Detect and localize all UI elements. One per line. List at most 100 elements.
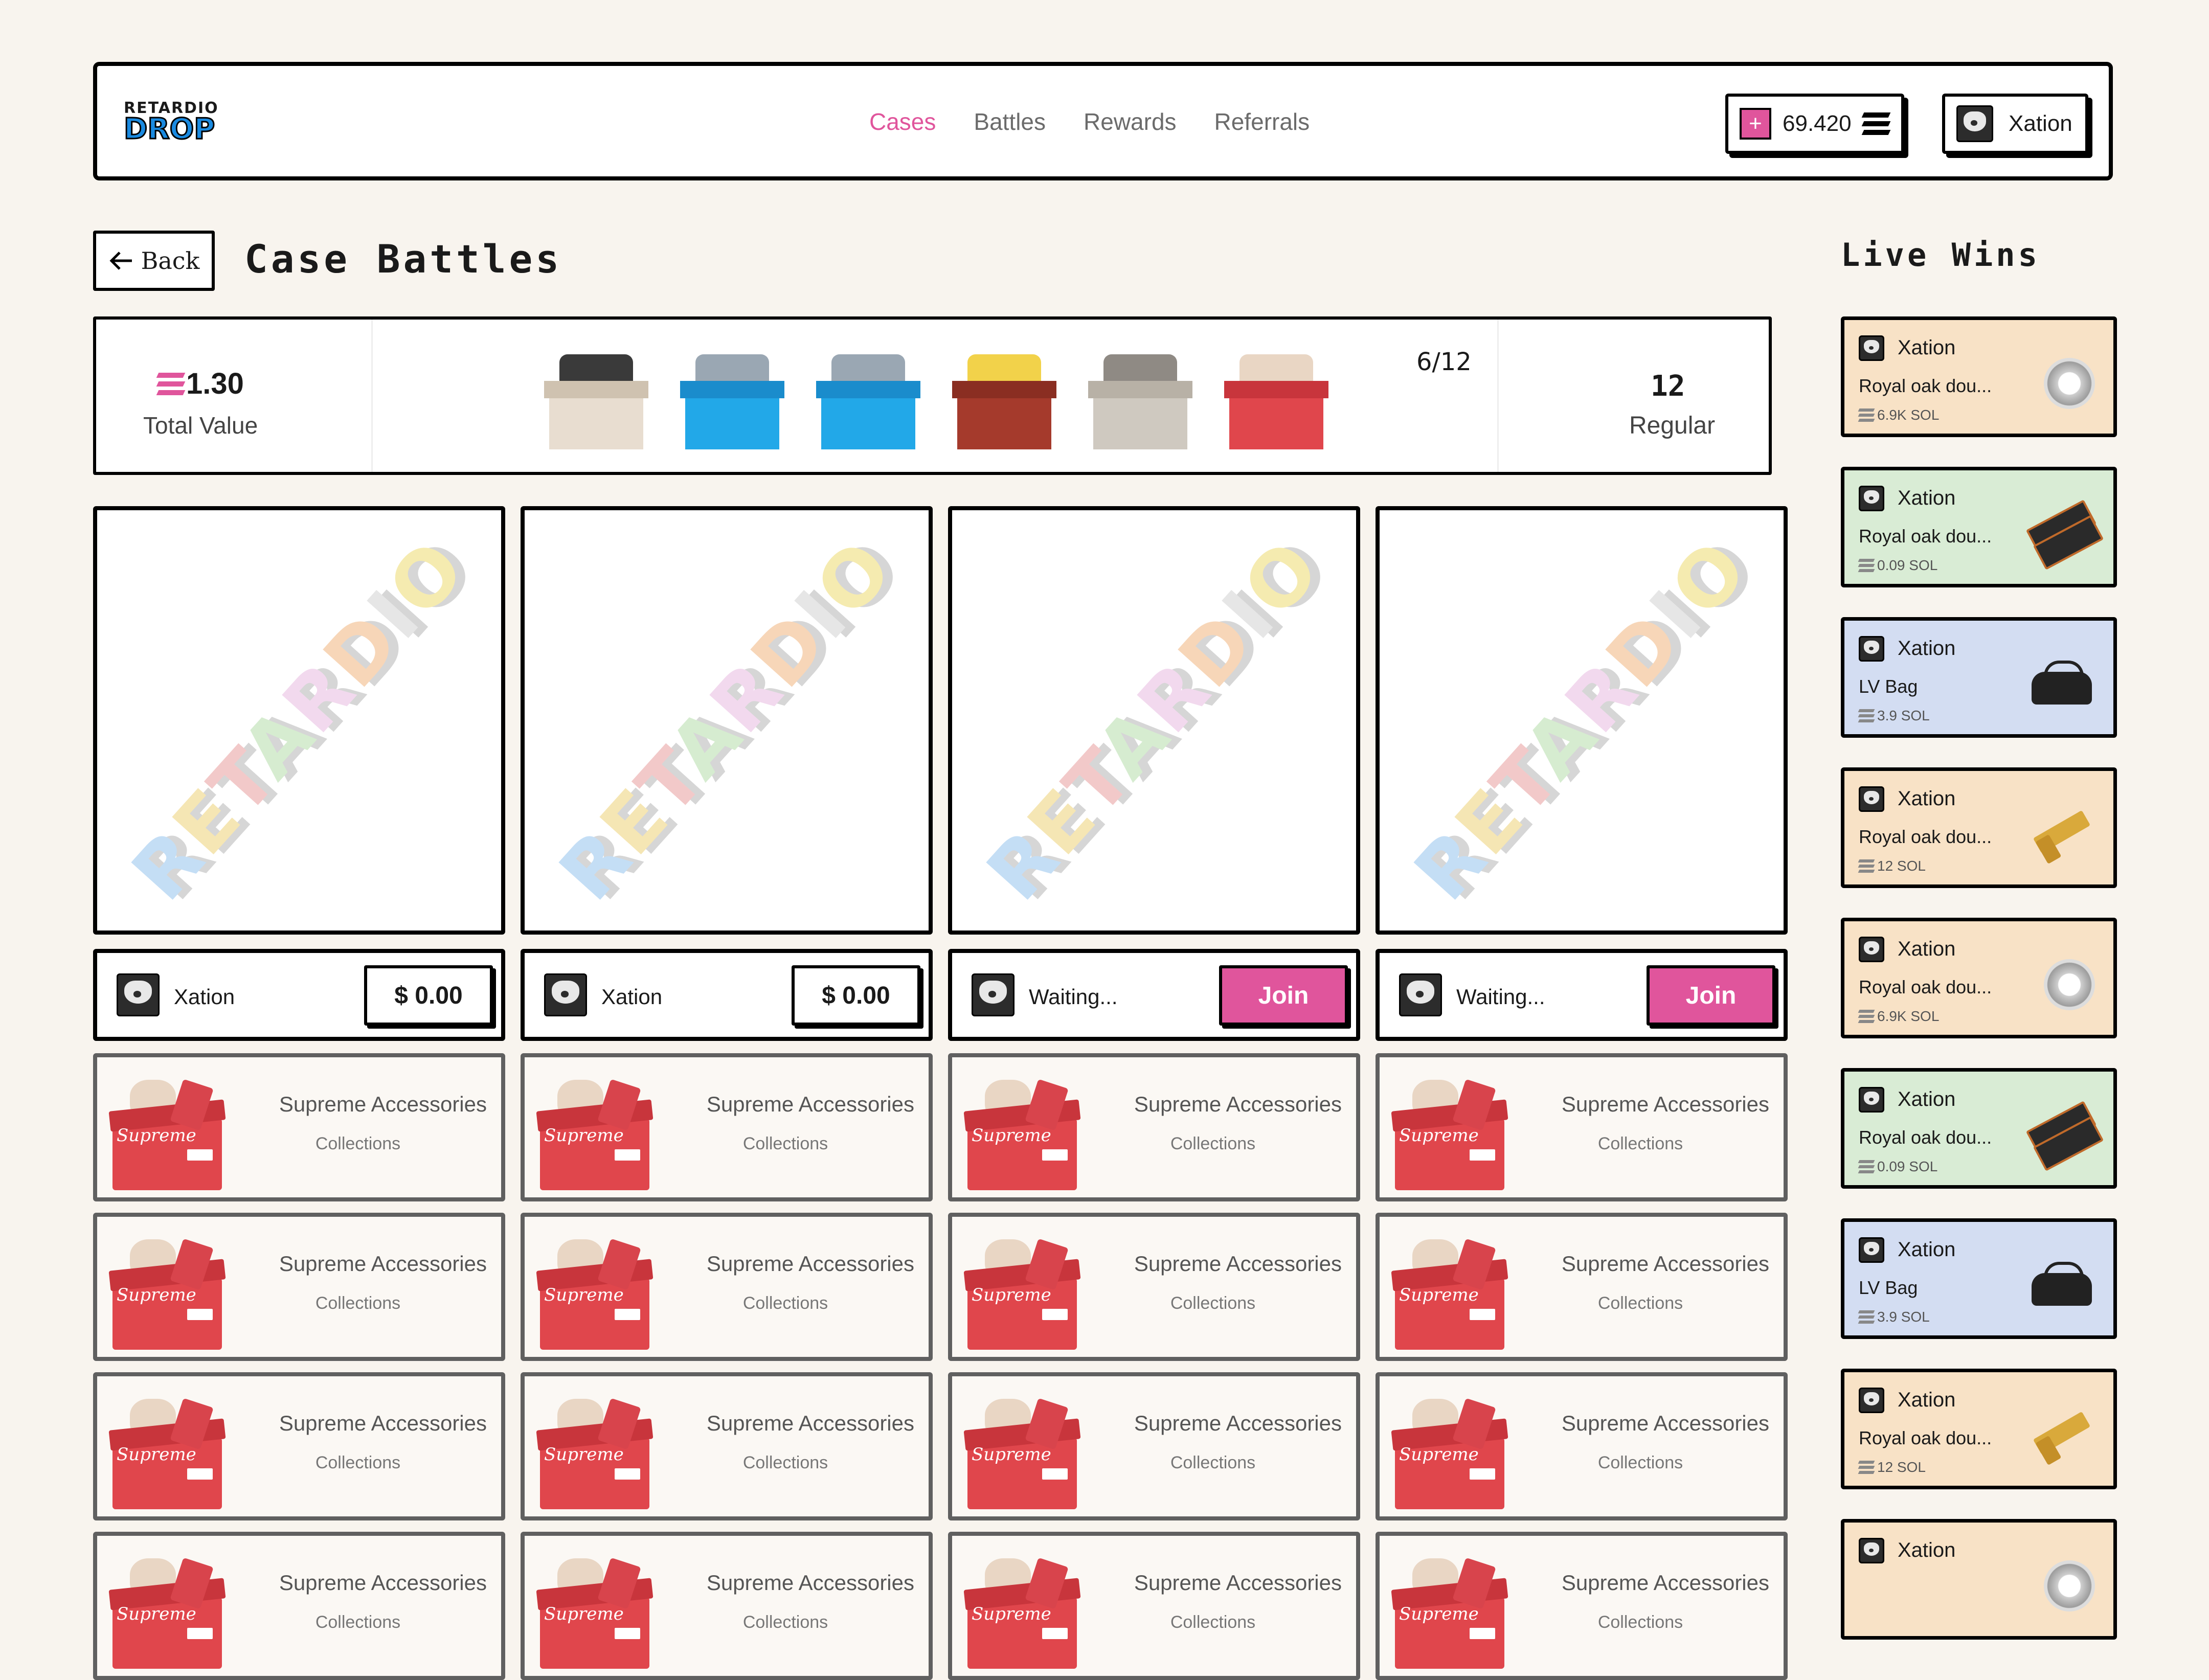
live-win-card[interactable]: Xation <box>1841 1519 2117 1640</box>
case-card[interactable]: Supreme Supreme Accessories Collections <box>948 1532 1360 1680</box>
case-card[interactable]: Supreme Supreme Accessories Collections <box>521 1532 933 1680</box>
case-card[interactable]: Supreme Supreme Accessories Collections <box>93 1213 505 1361</box>
user-menu-button[interactable]: Xation <box>1942 94 2088 154</box>
supreme-case-image: Supreme <box>963 1074 1081 1190</box>
case-label <box>615 1309 640 1320</box>
solana-icon <box>1858 709 1875 722</box>
case-card[interactable]: Supreme Supreme Accessories Collections <box>948 1213 1360 1361</box>
case-label <box>187 1309 213 1320</box>
live-win-card[interactable]: Xation Royal oak dou... 6.9K SOL <box>1841 918 2117 1038</box>
live-win-card[interactable]: Xation Royal oak dou... 0.09 SOL <box>1841 467 2117 587</box>
avatar <box>1859 486 1884 511</box>
live-win-card[interactable]: Xation Royal oak dou... 12 SOL <box>1841 767 2117 888</box>
case-box-body <box>1229 392 1323 449</box>
won-item-value: 0.09 SOL <box>1858 557 1937 574</box>
join-button[interactable]: Join <box>1647 965 1775 1026</box>
case-card[interactable]: Supreme Supreme Accessories Collections <box>1376 1372 1788 1520</box>
supreme-logo-text: Supreme <box>117 1604 196 1624</box>
case-card[interactable]: Supreme Supreme Accessories Collections <box>93 1372 505 1520</box>
supreme-case-image: Supreme <box>1391 1393 1508 1509</box>
nav-battles[interactable]: Battles <box>974 108 1046 135</box>
balance-widget: + 69.420 <box>1725 94 1904 154</box>
live-win-card[interactable]: Xation Royal oak dou... 12 SOL <box>1841 1369 2117 1489</box>
nav-cases[interactable]: Cases <box>869 108 936 135</box>
gun-icon <box>2028 809 2095 865</box>
user-name: Xation <box>2009 111 2072 136</box>
avatar <box>1859 786 1884 812</box>
case-title: Supreme Accessories <box>279 1411 487 1435</box>
avatar <box>1859 1538 1884 1563</box>
won-item-value-text: 0.09 SOL <box>1877 1159 1938 1174</box>
won-item-value-text: 6.9K SOL <box>1877 1008 1940 1024</box>
won-item-value: 6.9K SOL <box>1858 1008 1940 1025</box>
supreme-logo-text: Supreme <box>544 1285 624 1305</box>
won-item-value: 12 SOL <box>1858 1459 1926 1475</box>
case-title: Supreme Accessories <box>1134 1411 1342 1435</box>
live-win-card[interactable]: Xation Royal oak dou... 6.9K SOL <box>1841 316 2117 437</box>
case-card[interactable]: Supreme Supreme Accessories Collections <box>1376 1053 1788 1201</box>
case-title: Supreme Accessories <box>1561 1092 1769 1116</box>
join-button[interactable]: Join <box>1219 965 1348 1026</box>
case-subtitle: Collections <box>742 1613 828 1632</box>
case-title: Supreme Accessories <box>1134 1571 1342 1595</box>
avatar <box>972 973 1015 1016</box>
case-subtitle: Collections <box>315 1134 401 1153</box>
case-box-lid <box>1224 381 1328 398</box>
nav-rewards[interactable]: Rewards <box>1084 108 1177 135</box>
site-logo[interactable]: RETARDIO DROP <box>123 101 218 145</box>
case-card[interactable]: Supreme Supreme Accessories Collections <box>521 1053 933 1201</box>
back-button[interactable]: Back <box>93 231 215 291</box>
case-subtitle: Collections <box>742 1293 828 1313</box>
retardio-watermark: RETARDIO <box>970 523 1338 918</box>
case-title: Supreme Accessories <box>279 1571 487 1595</box>
case-subtitle: Collections <box>1597 1134 1683 1153</box>
case-card[interactable]: Supreme Supreme Accessories Collections <box>93 1532 505 1680</box>
live-win-card[interactable]: Xation LV Bag 3.9 SOL <box>1841 617 2117 738</box>
gun-icon <box>2028 1410 2095 1466</box>
won-item-name: Royal oak dou... <box>1859 1427 1992 1448</box>
case-title: Supreme Accessories <box>1561 1252 1769 1276</box>
case-label <box>1470 1628 1495 1639</box>
urus-case-icon <box>678 345 786 453</box>
solana-icon <box>1861 112 1890 135</box>
won-item-name: LV Bag <box>1859 1277 1918 1298</box>
case-label <box>187 1149 213 1161</box>
player-bar: Xation $ 0.00 <box>521 949 933 1041</box>
nav-referrals[interactable]: Referrals <box>1214 108 1310 135</box>
case-card[interactable]: Supreme Supreme Accessories Collections <box>93 1053 505 1201</box>
case-subtitle: Collections <box>1597 1453 1683 1472</box>
case-card[interactable]: Supreme Supreme Accessories Collections <box>1376 1532 1788 1680</box>
back-label: Back <box>141 247 200 275</box>
case-card[interactable]: Supreme Supreme Accessories Collections <box>521 1213 933 1361</box>
supreme-case-image: Supreme <box>536 1393 653 1509</box>
case-card[interactable]: Supreme Supreme Accessories Collections <box>521 1372 933 1520</box>
retardio-watermark: RETARDIO <box>1397 523 1766 918</box>
solana-icon <box>1858 408 1875 422</box>
top-header: RETARDIO DROP Cases Battles Rewards Refe… <box>93 62 2113 180</box>
won-item-value-text: 6.9K SOL <box>1877 407 1940 423</box>
won-item-value-text: 3.9 SOL <box>1877 708 1930 723</box>
case-card[interactable]: Supreme Supreme Accessories Collections <box>948 1053 1360 1201</box>
supreme-case-icon <box>1222 345 1331 453</box>
supreme-case-image: Supreme <box>536 1074 653 1190</box>
battle-arena-slot: RETARDIO <box>93 506 505 935</box>
deposit-plus-button[interactable]: + <box>1740 108 1771 140</box>
case-subtitle: Collections <box>1170 1453 1256 1472</box>
main-nav: Cases Battles Rewards Referrals <box>869 108 1310 135</box>
tix-icon <box>2025 1101 2104 1171</box>
total-value: 1.30 <box>156 367 244 401</box>
battle-arena-slot: RETARDIO <box>1376 506 1788 935</box>
supreme-logo-text: Supreme <box>972 1604 1051 1624</box>
case-title: Supreme Accessories <box>279 1092 487 1116</box>
won-item-value-text: 12 SOL <box>1877 1459 1926 1475</box>
live-win-card[interactable]: Xation LV Bag 3.9 SOL <box>1841 1218 2117 1339</box>
live-win-card[interactable]: Xation Royal oak dou... 0.09 SOL <box>1841 1068 2117 1189</box>
case-subtitle: Collections <box>1597 1613 1683 1632</box>
case-title: Supreme Accessories <box>279 1252 487 1276</box>
supreme-logo-text: Supreme <box>117 1285 196 1305</box>
supreme-case-image: Supreme <box>108 1233 226 1350</box>
case-card[interactable]: Supreme Supreme Accessories Collections <box>948 1372 1360 1520</box>
bearbrick-case-icon <box>950 345 1058 453</box>
balance-amount: 69.420 <box>1783 111 1852 136</box>
case-card[interactable]: Supreme Supreme Accessories Collections <box>1376 1213 1788 1361</box>
